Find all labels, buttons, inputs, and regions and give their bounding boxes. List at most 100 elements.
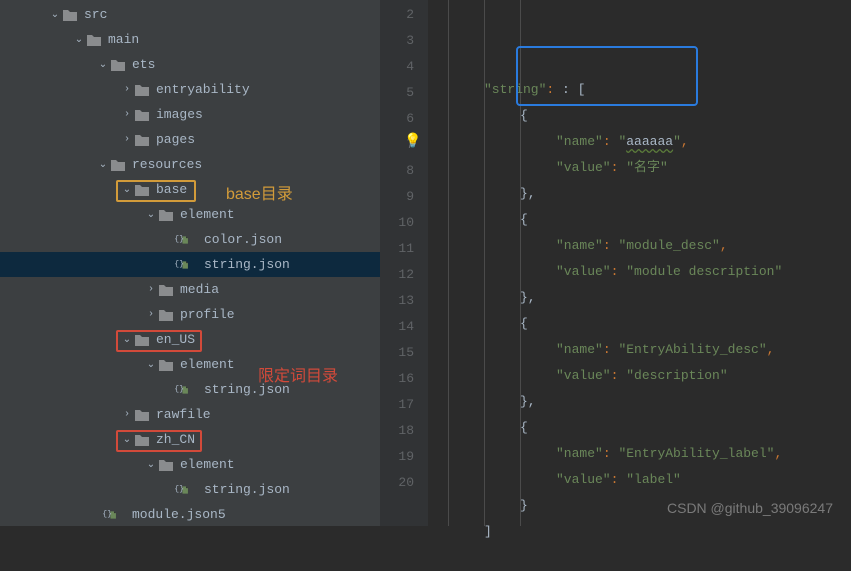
- tree-item-label: module.json5: [132, 507, 226, 522]
- code-editor[interactable]: 234567891011121314151617181920 "string":…: [380, 0, 851, 526]
- tree-item-rawfile[interactable]: › rawfile: [0, 402, 380, 427]
- project-tree-panel: ⌄src⌄main⌄ets›entryability›images›pages⌄…: [0, 0, 380, 526]
- tree-item-entryability[interactable]: › entryability: [0, 77, 380, 102]
- tree-item-label: media: [180, 282, 219, 297]
- code-line[interactable]: "value": "名字": [428, 155, 851, 181]
- code-line[interactable]: },: [428, 181, 851, 207]
- chevron-right-icon[interactable]: ›: [120, 134, 134, 145]
- folder-icon: [86, 32, 102, 48]
- code-line[interactable]: "string": : [: [428, 77, 851, 103]
- chevron-right-icon[interactable]: ›: [120, 409, 134, 420]
- tree-item-label: entryability: [156, 82, 250, 97]
- tree-item-element[interactable]: ⌄ element: [0, 452, 380, 477]
- line-number: 9: [380, 184, 414, 210]
- folder-icon: [62, 7, 78, 23]
- code-line[interactable]: {: [428, 207, 851, 233]
- tree-item-media[interactable]: › media: [0, 277, 380, 302]
- tree-item-color-json[interactable]: ·color.json: [0, 227, 380, 252]
- tree-item-main[interactable]: ⌄ main: [0, 27, 380, 52]
- tree-item-label: ets: [132, 57, 155, 72]
- tree-item-zh_CN[interactable]: ⌄ zh_CN: [0, 427, 380, 452]
- csdn-watermark: CSDN @github_39096247: [667, 500, 833, 516]
- folder-icon: [158, 207, 174, 223]
- tree-item-label: src: [84, 7, 107, 22]
- tree-item-label: color.json: [204, 232, 282, 247]
- tree-item-src[interactable]: ⌄ src: [0, 2, 380, 27]
- folder-icon: [110, 157, 126, 173]
- code-line[interactable]: "value": "module description": [428, 259, 851, 285]
- code-line[interactable]: "name": "EntryAbility_label",: [428, 441, 851, 467]
- tree-item-base[interactable]: ⌄ base: [0, 177, 380, 202]
- chevron-down-icon[interactable]: ⌄: [48, 9, 62, 21]
- tree-item-label: base: [156, 182, 187, 197]
- code-line[interactable]: [428, 545, 851, 571]
- line-number: 12: [380, 262, 414, 288]
- folder-icon: [134, 82, 150, 98]
- code-line[interactable]: },: [428, 389, 851, 415]
- folder-icon: [110, 57, 126, 73]
- code-line[interactable]: "name": "module_desc",: [428, 233, 851, 259]
- folder-icon: [134, 432, 150, 448]
- folder-icon: [134, 407, 150, 423]
- line-number: 13: [380, 288, 414, 314]
- code-line[interactable]: },: [428, 285, 851, 311]
- code-line[interactable]: "value": "description": [428, 363, 851, 389]
- tree-item-string-json[interactable]: ·string.json: [0, 477, 380, 502]
- code-line[interactable]: {: [428, 415, 851, 441]
- code-line[interactable]: ]: [428, 519, 851, 545]
- tree-item-label: string.json: [204, 382, 290, 397]
- line-number: 14: [380, 314, 414, 340]
- line-number: 4: [380, 54, 414, 80]
- line-number: 18: [380, 418, 414, 444]
- tree-item-profile[interactable]: › profile: [0, 302, 380, 327]
- tree-item-images[interactable]: ›images: [0, 102, 380, 127]
- tree-item-resources[interactable]: ⌄ resources: [0, 152, 380, 177]
- tree-item-element[interactable]: ⌄element: [0, 352, 380, 377]
- chevron-down-icon[interactable]: ⌄: [144, 459, 158, 471]
- chevron-down-icon[interactable]: ⌄: [120, 334, 134, 346]
- code-line[interactable]: "value": "label": [428, 467, 851, 493]
- tree-item-ets[interactable]: ⌄ ets: [0, 52, 380, 77]
- chevron-right-icon[interactable]: ›: [120, 109, 134, 120]
- json-file-icon: [182, 382, 198, 398]
- chevron-down-icon[interactable]: ⌄: [120, 434, 134, 446]
- tree-item-label: main: [108, 32, 139, 47]
- line-number: 19: [380, 444, 414, 470]
- code-area[interactable]: "string": : [{💡"name": "aaaaaa","value":…: [428, 0, 851, 526]
- code-line[interactable]: {: [428, 103, 851, 129]
- chevron-right-icon[interactable]: ›: [144, 284, 158, 295]
- tree-item-label: string.json: [204, 482, 290, 497]
- folder-icon: [134, 182, 150, 198]
- json-file-icon: [182, 482, 198, 498]
- tree-item-label: resources: [132, 157, 202, 172]
- line-number: 10: [380, 210, 414, 236]
- code-line[interactable]: "name": "EntryAbility_desc",: [428, 337, 851, 363]
- folder-icon: [134, 332, 150, 348]
- chevron-down-icon[interactable]: ⌄: [144, 209, 158, 221]
- tree-item-string-json[interactable]: ·string.json: [0, 377, 380, 402]
- chevron-right-icon[interactable]: ›: [120, 84, 134, 95]
- chevron-down-icon[interactable]: ⌄: [96, 59, 110, 71]
- folder-icon: [134, 107, 150, 123]
- tree-item-label: element: [180, 457, 235, 472]
- tree-item-string-json[interactable]: ·string.json: [0, 252, 380, 277]
- chevron-down-icon[interactable]: ⌄: [144, 359, 158, 371]
- code-line[interactable]: {: [428, 311, 851, 337]
- chevron-right-icon[interactable]: ›: [144, 309, 158, 320]
- tree-item-label: rawfile: [156, 407, 211, 422]
- line-number: 8: [380, 158, 414, 184]
- chevron-down-icon[interactable]: ⌄: [120, 184, 134, 196]
- tree-item-label: string.json: [204, 257, 290, 272]
- tree-item-label: profile: [180, 307, 235, 322]
- tree-item-element[interactable]: ⌄element: [0, 202, 380, 227]
- tree-item-module-json5[interactable]: ·module.json5: [0, 502, 380, 527]
- line-number: 2: [380, 2, 414, 28]
- chevron-down-icon[interactable]: ⌄: [96, 159, 110, 171]
- tree-item-label: zh_CN: [156, 432, 195, 447]
- chevron-down-icon[interactable]: ⌄: [72, 34, 86, 46]
- tree-item-pages[interactable]: ›pages: [0, 127, 380, 152]
- code-line[interactable]: 💡"name": "aaaaaa",: [428, 129, 851, 155]
- lightbulb-icon[interactable]: 💡: [404, 129, 421, 155]
- folder-icon: [158, 457, 174, 473]
- tree-item-en_US[interactable]: ⌄en_US: [0, 327, 380, 352]
